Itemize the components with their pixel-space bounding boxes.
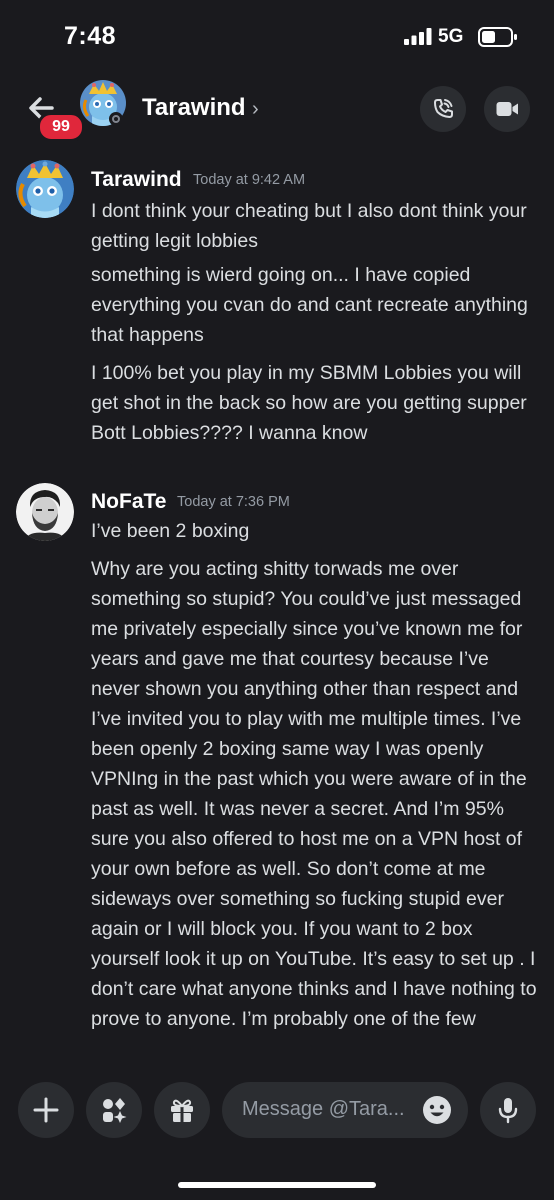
chat-header: 99 Tarawind › bbox=[0, 70, 554, 148]
emoji-icon[interactable] bbox=[422, 1095, 452, 1125]
video-call-button[interactable] bbox=[484, 86, 530, 132]
video-camera-icon bbox=[496, 102, 518, 116]
voice-call-button[interactable] bbox=[420, 86, 466, 132]
microphone-icon bbox=[498, 1098, 518, 1124]
message-text[interactable]: I 100% bet you play in my SBMM Lobbies y… bbox=[91, 358, 541, 448]
message-group: NoFaTe Today at 7:36 PM I’ve been 2 boxi… bbox=[0, 470, 554, 1068]
author-name[interactable]: NoFaTe bbox=[91, 490, 166, 514]
attach-plus-button[interactable] bbox=[18, 1082, 74, 1138]
network-type: 5G bbox=[438, 26, 464, 47]
message-input[interactable]: Message @Tara... bbox=[222, 1082, 468, 1138]
message-text[interactable]: I’ve been 2 boxing bbox=[91, 516, 541, 546]
offline-status-icon bbox=[109, 112, 123, 126]
chevron-right-icon[interactable]: › bbox=[252, 98, 259, 121]
message-list[interactable]: Tarawind Today at 9:42 AM I dont think y… bbox=[0, 150, 554, 1068]
message-group: Tarawind Today at 9:42 AM I dont think y… bbox=[0, 150, 554, 470]
message-text[interactable]: Why are you acting shitty torwads me ove… bbox=[91, 554, 541, 1034]
message-timestamp: Today at 9:42 AM bbox=[193, 172, 306, 188]
unread-badge: 99 bbox=[37, 112, 85, 142]
cellular-signal-icon bbox=[404, 28, 432, 45]
status-bar: 7:48 5G bbox=[0, 0, 554, 70]
phone-call-icon bbox=[434, 99, 453, 118]
message-text[interactable]: something is wierd going on... I have co… bbox=[91, 260, 541, 350]
message-input-bar: Message @Tara... bbox=[0, 1068, 554, 1200]
author-avatar[interactable] bbox=[16, 483, 74, 541]
gift-button[interactable] bbox=[154, 1082, 210, 1138]
apps-icon bbox=[103, 1098, 127, 1123]
message-placeholder: Message @Tara... bbox=[242, 1098, 405, 1120]
channel-title[interactable]: Tarawind bbox=[142, 94, 246, 122]
message-text[interactable]: I dont think your cheating but I also do… bbox=[91, 196, 541, 256]
voice-message-button[interactable] bbox=[480, 1082, 536, 1138]
author-name[interactable]: Tarawind bbox=[91, 168, 182, 192]
gift-icon bbox=[171, 1099, 193, 1122]
battery-icon bbox=[478, 27, 517, 47]
status-time: 7:48 bbox=[64, 22, 117, 50]
home-indicator bbox=[178, 1182, 376, 1188]
plus-icon bbox=[33, 1097, 59, 1123]
message-timestamp: Today at 7:36 PM bbox=[177, 494, 290, 510]
apps-button[interactable] bbox=[86, 1082, 142, 1138]
author-avatar[interactable] bbox=[16, 160, 74, 218]
